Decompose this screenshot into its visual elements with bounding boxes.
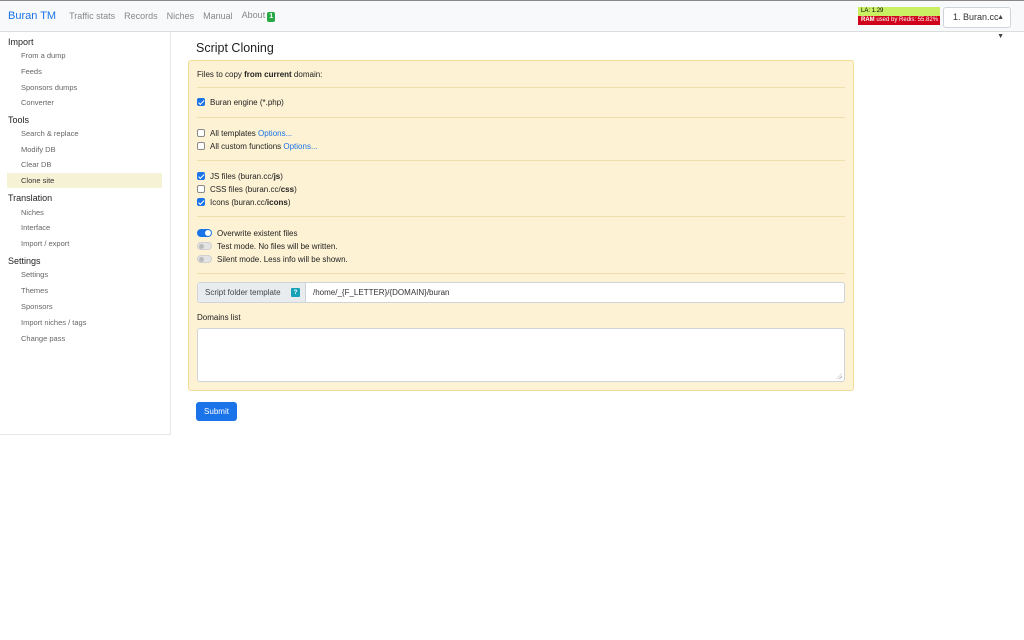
all-templates-label: All templates [210,129,256,138]
about-badge: 1 [267,12,276,22]
clone-options-card: Files to copy from current domain: Buran… [188,60,854,391]
sidebar-item-clone-site[interactable]: Clone site [7,173,162,188]
sidebar-item-modify-db[interactable]: Modify DB [7,142,162,157]
nav-niches[interactable]: Niches [167,11,195,21]
divider [197,273,845,274]
sidebar-item-themes[interactable]: Themes [7,283,162,298]
submit-button[interactable]: Submit [196,402,237,421]
css-files-label: CSS files (buran.cc/css) [210,185,297,194]
sidebar-item-converter[interactable]: Converter [7,95,162,110]
buran-engine-label: Buran engine (*.php) [210,98,284,107]
sidebar-item-interface[interactable]: Interface [7,220,162,235]
css-files-checkbox[interactable] [197,185,205,193]
ram-text: used by Redis: 55.82% [876,17,939,23]
nav-manual[interactable]: Manual [203,11,233,21]
files-to-copy-label: Files to copy from current domain: [197,70,322,79]
js-files-close: ) [280,172,283,181]
intro-suffix: domain: [291,70,323,79]
nav-traffic-stats[interactable]: Traffic stats [69,11,115,21]
buran-engine-checkbox[interactable] [197,98,205,106]
site-select-value: 1. Buran.cc [953,12,999,22]
all-custom-functions-row: All custom functions Options... [210,142,318,151]
site-select[interactable]: 1. Buran.cc ▲ ▼ [943,7,1011,40]
ram-usage-bar: RAM used by Redis: 55.82% [858,16,940,25]
nav-about[interactable]: About 1 [241,10,276,22]
all-templates-checkbox[interactable] [197,129,205,137]
divider [197,87,845,88]
sidebar-item-sponsors[interactable]: Sponsors [7,299,162,314]
page-title: Script Cloning [196,41,274,55]
icons-prefix: Icons (buran.cc/ [210,198,267,207]
domains-list-textarea[interactable] [197,328,845,382]
css-files-bold: css [280,185,295,194]
sidebar-item-clear-db[interactable]: Clear DB [7,157,162,172]
test-mode-toggle[interactable] [197,242,212,250]
templates-options-link[interactable]: Options... [258,129,292,138]
sidebar-item-feeds[interactable]: Feeds [7,64,162,79]
sidebar: Import From a dump Feeds Sponsors dumps … [0,32,171,435]
sidebar-group-tools: Tools [8,115,30,125]
divider [197,216,845,217]
silent-mode-toggle[interactable] [197,255,212,263]
nav-records[interactable]: Records [124,11,158,21]
select-caret-icon: ▲ ▼ [997,14,1004,40]
sidebar-group-settings: Settings [8,256,41,266]
script-folder-label-text: Script folder template [205,288,281,297]
brand-link[interactable]: Buran TM [8,10,56,22]
script-folder-label: Script folder template ? [198,283,306,302]
sidebar-item-settings[interactable]: Settings [7,267,162,282]
sidebar-item-import-export[interactable]: Import / export [7,236,162,251]
js-files-prefix: JS files (buran.cc/ [210,172,274,181]
icons-bold: icons [266,198,288,207]
script-folder-group: Script folder template ? /home/_{F_LETTE… [197,282,845,303]
icons-checkbox[interactable] [197,198,205,206]
help-icon[interactable]: ? [291,288,300,297]
top-navbar: Buran TM Traffic stats Records Niches Ma… [0,0,1024,40]
ram-label: RAM [861,17,875,23]
all-custom-functions-label: All custom functions [210,142,282,151]
sidebar-item-from-a-dump[interactable]: From a dump [7,48,162,63]
functions-options-link[interactable]: Options... [283,142,317,151]
all-templates-row: All templates Options... [210,129,292,138]
sidebar-item-import-niches-tags[interactable]: Import niches / tags [7,315,162,330]
js-files-checkbox[interactable] [197,172,205,180]
script-folder-input[interactable]: /home/_{F_LETTER}/{DOMAIN}/buran [306,283,844,302]
intro-bold: from current [244,70,292,79]
la-value: 1.29 [871,8,884,14]
js-files-label: JS files (buran.cc/js) [210,172,283,181]
test-mode-label: Test mode. No files will be written. [217,242,338,251]
divider [197,160,845,161]
server-stats: LA: 1.29 RAM used by Redis: 55.82% [858,7,940,25]
intro-prefix: Files to copy [197,70,245,79]
load-average-bar: LA: 1.29 [858,7,940,16]
all-custom-functions-checkbox[interactable] [197,142,205,150]
sidebar-group-import: Import [8,37,34,47]
la-label: LA: [861,8,871,14]
divider [197,117,845,118]
nav-about-label: About [241,10,266,20]
sidebar-item-niches[interactable]: Niches [7,205,162,220]
overwrite-label: Overwrite existent files [217,229,298,238]
silent-mode-label: Silent mode. Less info will be shown. [217,255,348,264]
sidebar-item-search-replace[interactable]: Search & replace [7,126,162,141]
resize-handle-icon[interactable] [836,373,842,379]
domains-list-label: Domains list [197,313,241,322]
sidebar-item-change-pass[interactable]: Change pass [7,331,162,346]
sidebar-group-translation: Translation [8,193,53,203]
sidebar-item-sponsors-dumps[interactable]: Sponsors dumps [7,80,162,95]
css-files-prefix: CSS files (buran.cc/ [210,185,281,194]
css-files-close: ) [294,185,297,194]
icons-close: ) [287,198,291,207]
overwrite-toggle[interactable] [197,229,212,237]
icons-label: Icons (buran.cc/icons) [210,198,291,207]
